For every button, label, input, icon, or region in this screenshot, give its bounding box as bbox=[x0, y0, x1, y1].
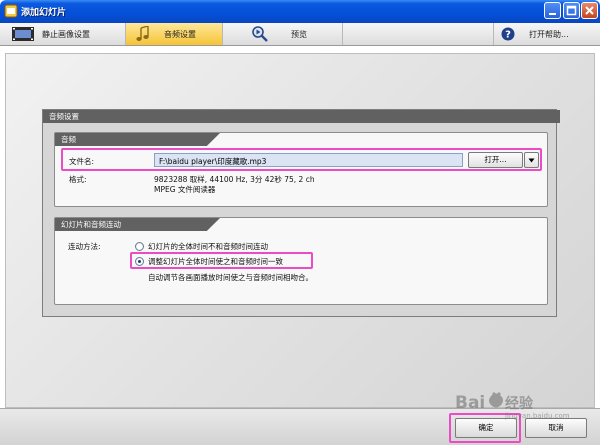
minimize-icon bbox=[549, 13, 556, 15]
close-button[interactable] bbox=[581, 2, 598, 19]
svg-text:Bai: Bai bbox=[455, 393, 485, 413]
option-no-link-label[interactable]: 幻灯片的全体时间不和音频时间连动 bbox=[148, 241, 268, 252]
help-label: 打开帮助... bbox=[529, 29, 569, 39]
app-icon bbox=[4, 4, 18, 18]
link-description: 自动调节各画面播放时间使之与音频时间相吻合。 bbox=[148, 273, 313, 282]
music-note-icon bbox=[136, 26, 149, 41]
file-row-highlight bbox=[61, 148, 542, 171]
maximize-icon bbox=[566, 5, 577, 16]
baidu-logo-watermark: Bai 经验 jingyan.baidu.com bbox=[455, 392, 570, 420]
cancel-button[interactable]: 取消 bbox=[525, 418, 587, 438]
toolbar-spacer bbox=[343, 23, 494, 45]
close-icon bbox=[585, 6, 594, 15]
maximize-button[interactable] bbox=[563, 2, 580, 19]
toolbar: 静止画像设置 音频设置 预览 ? 打开帮助... bbox=[0, 23, 600, 46]
svg-text:jingyan.baidu.com: jingyan.baidu.com bbox=[504, 412, 570, 420]
format-label: 格式: bbox=[69, 175, 87, 184]
audio-group: 音频 文件名: F:\baidu player\印度藏歌.mp3 打开... 格… bbox=[54, 132, 548, 207]
title-bar: 添加幻灯片 bbox=[0, 0, 600, 23]
open-help-button[interactable]: ? 打开帮助... bbox=[494, 23, 600, 45]
audio-settings-header: 音频设置 bbox=[43, 110, 560, 123]
svg-text:?: ? bbox=[505, 30, 511, 41]
magnifier-play-icon bbox=[252, 26, 268, 42]
help-icon: ? bbox=[501, 27, 515, 41]
window-title: 添加幻灯片 bbox=[21, 8, 67, 18]
minimize-button[interactable] bbox=[544, 2, 561, 19]
slide-audio-link-group: 幻灯片和音频连动 连动方法: 幻灯片的全体时间不和音频时间连动 调整幻灯片全体时… bbox=[54, 217, 548, 305]
link-method-label: 连动方法: bbox=[68, 242, 101, 251]
audio-group-title: 音频 bbox=[61, 135, 76, 144]
radio-no-link[interactable] bbox=[135, 242, 144, 251]
tab-preview[interactable]: 预览 bbox=[223, 23, 343, 45]
link-group-title: 幻灯片和音频连动 bbox=[61, 220, 121, 229]
baidu-watermark: Bai 经验 jingyan.baidu.com bbox=[455, 390, 590, 420]
tab-still-image-settings[interactable]: 静止画像设置 bbox=[0, 23, 126, 45]
link-group-header: 幻灯片和音频连动 bbox=[55, 218, 220, 231]
audio-settings-title: 音频设置 bbox=[49, 112, 79, 121]
svg-text:经验: 经验 bbox=[505, 395, 534, 412]
tab-audio-settings[interactable]: 音频设置 bbox=[126, 23, 223, 45]
audio-group-header: 音频 bbox=[55, 133, 220, 146]
format-reader: MPEG 文件阅读器 bbox=[154, 185, 216, 194]
tab-label: 预览 bbox=[291, 29, 307, 39]
tab-label: 静止画像设置 bbox=[42, 29, 90, 39]
audio-settings-panel: 音频设置 音频 文件名: F:\baidu player\印度藏歌.mp3 打开… bbox=[42, 109, 560, 317]
film-strip-icon bbox=[12, 27, 34, 41]
tab-label: 音频设置 bbox=[164, 29, 196, 39]
option-highlight bbox=[130, 252, 313, 269]
